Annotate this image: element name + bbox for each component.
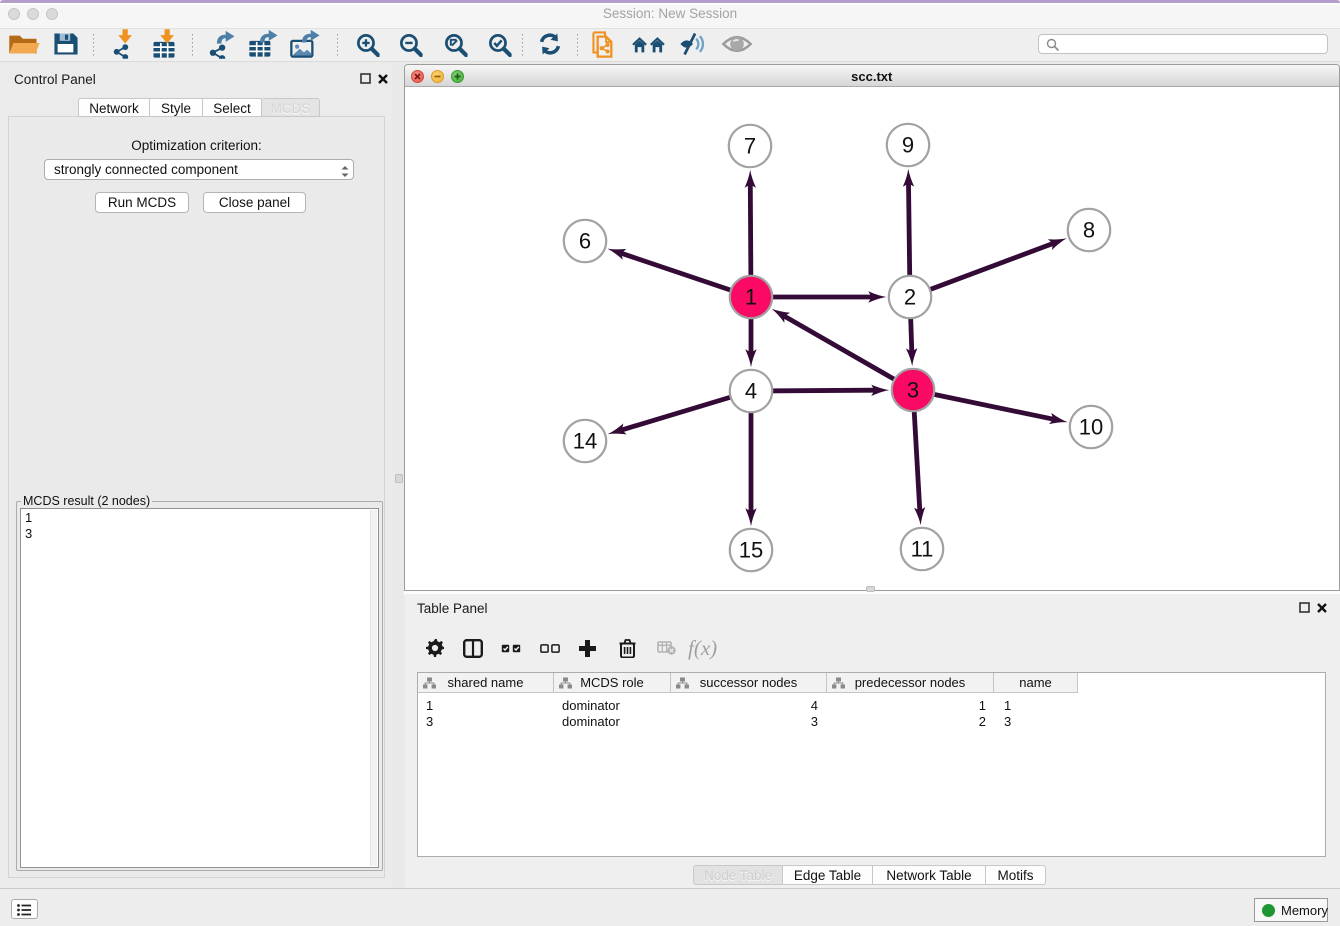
svg-text:11: 11 [910, 537, 933, 562]
svg-text:2: 2 [904, 285, 916, 310]
svg-text:10: 10 [1079, 415, 1103, 440]
svg-text:15: 15 [739, 538, 763, 563]
svg-text:9: 9 [902, 133, 914, 158]
svg-text:14: 14 [573, 429, 597, 454]
svg-text:1: 1 [745, 285, 757, 310]
svg-text:7: 7 [744, 134, 756, 159]
svg-text:8: 8 [1083, 218, 1095, 243]
svg-text:3: 3 [907, 378, 919, 403]
svg-text:4: 4 [745, 379, 757, 404]
svg-text:6: 6 [579, 229, 591, 254]
